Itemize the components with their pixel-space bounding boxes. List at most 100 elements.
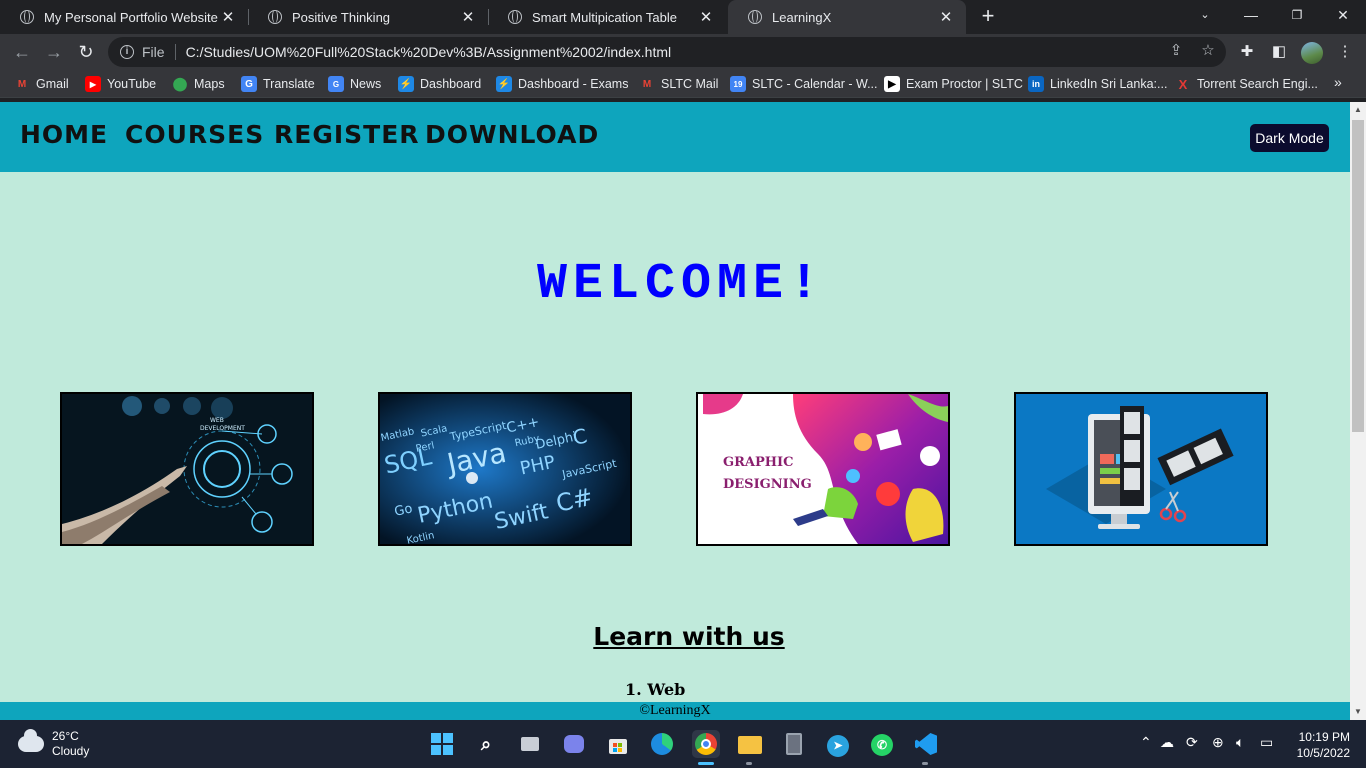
system-clock[interactable]: 10:19 PM 10/5/2022 <box>1290 729 1350 761</box>
close-icon[interactable]: ✕ <box>938 8 954 26</box>
telegram-icon[interactable]: ➤ <box>824 730 852 758</box>
extensions-icon[interactable]: ✚ <box>1236 42 1258 60</box>
bookmark-exam-proctor[interactable]: ▶ Exam Proctor | SLTC <box>884 70 1023 98</box>
restore-button[interactable]: ❐ <box>1274 0 1320 30</box>
scroll-up-arrow-icon[interactable]: ▲ <box>1350 102 1366 118</box>
site-navbar: HOME COURSES REGISTER DOWNLOAD Dark Mode <box>0 102 1350 172</box>
weather-widget[interactable]: 26°C Cloudy <box>18 729 89 759</box>
tab-positive-thinking[interactable]: Positive Thinking ✕ <box>248 0 488 34</box>
whatsapp-icon[interactable]: ✆ <box>868 730 896 758</box>
bookmark-label: Translate <box>263 77 315 91</box>
menu-icon[interactable]: ⋮ <box>1334 42 1356 60</box>
course-image-video-editing[interactable] <box>1014 392 1268 546</box>
tab-learningx[interactable]: LearningX ✕ <box>728 0 966 34</box>
tab-title: LearningX <box>772 9 832 25</box>
course-image-web-development[interactable]: WEB DEVELOPMENT <box>60 392 314 546</box>
scrollbar-thumb[interactable] <box>1352 120 1364 432</box>
vscode-icon[interactable] <box>912 730 940 758</box>
chrome-icon[interactable] <box>692 730 720 758</box>
task-view-icon[interactable] <box>516 730 544 758</box>
course-image-programming[interactable]: Matlab Scala SQL Perl TypeScript C++ Jav… <box>378 392 632 546</box>
nav-home-link[interactable]: HOME <box>20 120 108 149</box>
close-icon[interactable]: ✕ <box>220 8 236 26</box>
battery-icon[interactable]: ▭ <box>1260 734 1273 751</box>
clock-date: 10/5/2022 <box>1296 746 1350 760</box>
address-url[interactable]: C:/Studies/UOM%20Full%20Stack%20Dev%3B/A… <box>186 44 672 60</box>
minimize-button[interactable]: — <box>1228 0 1274 30</box>
bookmark-label: Maps <box>194 77 225 91</box>
bookmark-youtube[interactable]: ▶ YouTube <box>85 70 156 98</box>
search-icon[interactable]: ⌕ <box>472 730 500 758</box>
running-app-indicator <box>922 762 928 765</box>
new-tab-button[interactable]: + <box>976 4 1000 30</box>
nav-download-link[interactable]: DOWNLOAD <box>425 120 599 149</box>
welcome-heading: WELCOME! <box>536 256 826 313</box>
bookmarks-bar: M Gmail ▶ YouTube ⬤ Maps G Translate G News ⚡… <box>0 70 1366 98</box>
bookmark-translate[interactable]: G Translate <box>241 70 315 98</box>
store-icon[interactable] <box>604 730 632 758</box>
chevron-up-icon[interactable]: ⌃ <box>1140 734 1152 751</box>
course-list-item: 1. Web <box>625 680 686 699</box>
bookmark-sltc-calendar[interactable]: 19 SLTC - Calendar - W... <box>730 70 878 98</box>
bookmark-label: LinkedIn Sri Lanka:... <box>1050 77 1168 91</box>
youtube-icon: ▶ <box>85 76 101 92</box>
share-icon[interactable]: ⇪ <box>1166 41 1186 59</box>
back-button[interactable]: ← <box>8 38 36 66</box>
page-scrollbar[interactable]: ▲ ▼ <box>1350 102 1366 720</box>
active-app-indicator <box>698 762 714 765</box>
bookmark-star-icon[interactable]: ☆ <box>1198 41 1218 59</box>
onedrive-icon[interactable]: ☁ <box>1160 734 1174 751</box>
chat-icon[interactable] <box>560 730 588 758</box>
sync-icon[interactable]: ⟳ <box>1186 734 1198 751</box>
address-scheme: File <box>142 44 165 60</box>
info-icon[interactable]: i <box>120 45 134 59</box>
volume-icon[interactable]: 🔈︎ <box>1236 734 1244 751</box>
forward-button[interactable]: → <box>40 38 68 66</box>
more-bookmarks-icon[interactable]: » <box>1334 74 1342 90</box>
bookmark-maps[interactable]: ⬤ Maps <box>172 70 225 98</box>
close-icon[interactable]: ✕ <box>698 8 714 26</box>
profile-avatar[interactable] <box>1301 42 1323 64</box>
graphic-design-caption: GRAPHIC <box>723 455 793 470</box>
running-app-indicator <box>746 762 752 765</box>
start-icon[interactable] <box>428 730 456 758</box>
page-viewport: HOME COURSES REGISTER DOWNLOAD Dark Mode… <box>0 102 1350 720</box>
dark-mode-button[interactable]: Dark Mode <box>1250 124 1329 152</box>
scroll-down-arrow-icon[interactable]: ▼ <box>1350 704 1366 720</box>
bookmark-gmail[interactable]: M Gmail <box>14 70 69 98</box>
side-panel-icon[interactable]: ◧ <box>1268 42 1290 60</box>
bookmark-label: Gmail <box>36 77 69 91</box>
tab-portfolio[interactable]: My Personal Portfolio Website ✕ <box>0 0 248 34</box>
close-icon[interactable]: ✕ <box>460 8 476 26</box>
calculator-icon[interactable] <box>780 730 808 758</box>
svg-text:DEVELOPMENT: DEVELOPMENT <box>200 425 245 432</box>
close-window-button[interactable]: ✕ <box>1320 0 1366 30</box>
moodle-icon: ⚡ <box>398 76 414 92</box>
translate-icon: G <box>241 76 257 92</box>
bookmark-linkedin[interactable]: in LinkedIn Sri Lanka:... <box>1028 70 1167 98</box>
globe-icon <box>748 10 762 24</box>
edge-icon[interactable] <box>648 730 676 758</box>
bookmark-sltc-mail[interactable]: M SLTC Mail <box>639 70 719 98</box>
video-editing-image <box>1016 394 1266 544</box>
bookmark-label: SLTC Mail <box>661 77 719 91</box>
bookmark-dashboard[interactable]: ⚡ Dashboard <box>398 70 481 98</box>
bookmark-label: YouTube <box>107 77 157 91</box>
programming-languages-image: Matlab Scala SQL Perl TypeScript C++ Jav… <box>380 394 630 544</box>
nav-register-link[interactable]: REGISTER <box>274 120 420 149</box>
tab-search-button[interactable]: ⌄ <box>1182 0 1228 30</box>
language-globe-icon[interactable]: ⊕ <box>1212 734 1224 751</box>
nav-courses-link[interactable]: COURSES <box>125 120 264 149</box>
bookmark-dashboard-exams[interactable]: ⚡ Dashboard - Exams <box>496 70 628 98</box>
torrent-icon: X <box>1178 76 1188 92</box>
address-bar[interactable]: i File C:/Studies/UOM%20Full%20Stack%20D… <box>108 37 1226 67</box>
course-image-graphic-design[interactable]: GRAPHIC DESIGNING <box>696 392 950 546</box>
bookmark-label: Exam Proctor | SLTC <box>906 77 1023 91</box>
file-explorer-icon[interactable] <box>736 730 764 758</box>
bookmark-torrent[interactable]: X Torrent Search Engi... <box>1175 70 1318 98</box>
web-dev-caption: WEB <box>210 417 224 424</box>
reload-button[interactable]: ↻ <box>72 38 100 66</box>
tab-multiplication-table[interactable]: Smart Multipication Table ✕ <box>488 0 726 34</box>
bookmark-label: Dashboard - Exams <box>518 77 629 91</box>
bookmark-news[interactable]: G News <box>328 70 381 98</box>
